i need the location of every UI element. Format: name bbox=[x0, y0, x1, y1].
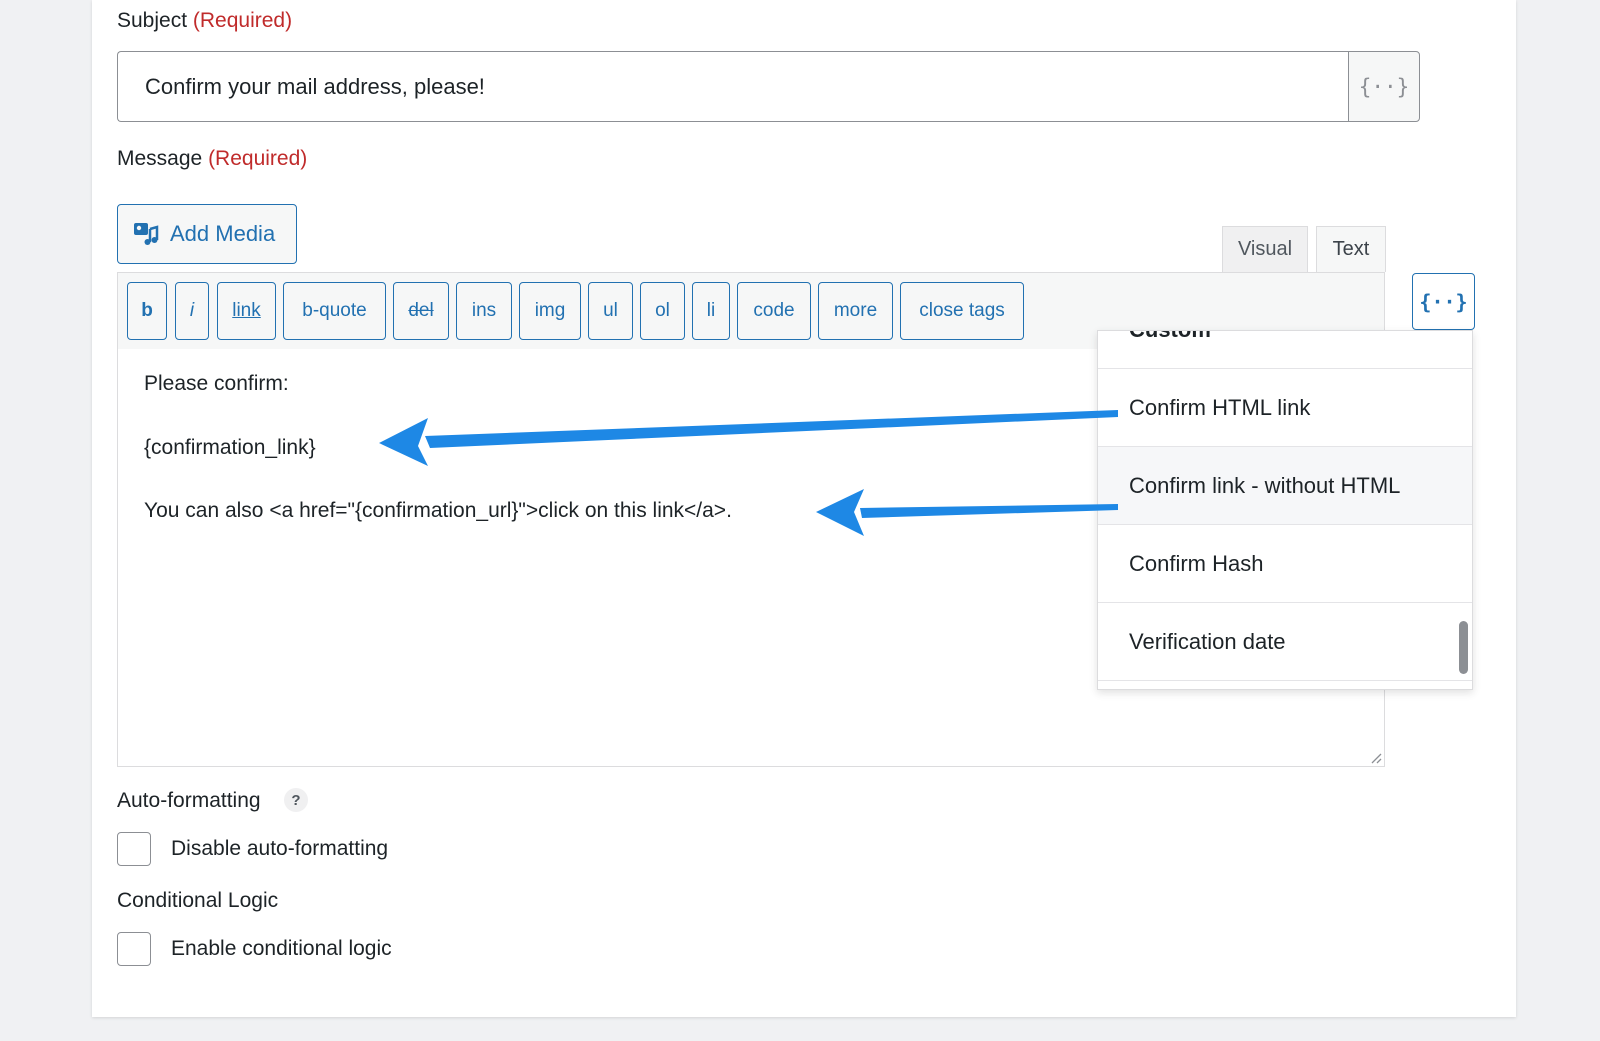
arrow-head-confirmation-link bbox=[379, 418, 428, 466]
arrow-head-confirmation-url bbox=[816, 489, 864, 536]
auto-formatting-label: Auto-formatting bbox=[117, 789, 261, 812]
enable-conditional-logic-checkbox[interactable] bbox=[117, 932, 151, 966]
arrow-to-confirmation-link bbox=[425, 410, 1118, 448]
annotation-arrows bbox=[379, 410, 1118, 536]
arrow-to-confirmation-url bbox=[860, 504, 1118, 518]
conditional-logic-label: Conditional Logic bbox=[117, 889, 279, 912]
enable-conditional-logic-label: Enable conditional logic bbox=[171, 937, 392, 960]
disable-auto-formatting-checkbox[interactable] bbox=[117, 832, 151, 866]
disable-auto-formatting-label: Disable auto-formatting bbox=[171, 837, 389, 860]
help-icon[interactable]: ? bbox=[284, 788, 308, 812]
